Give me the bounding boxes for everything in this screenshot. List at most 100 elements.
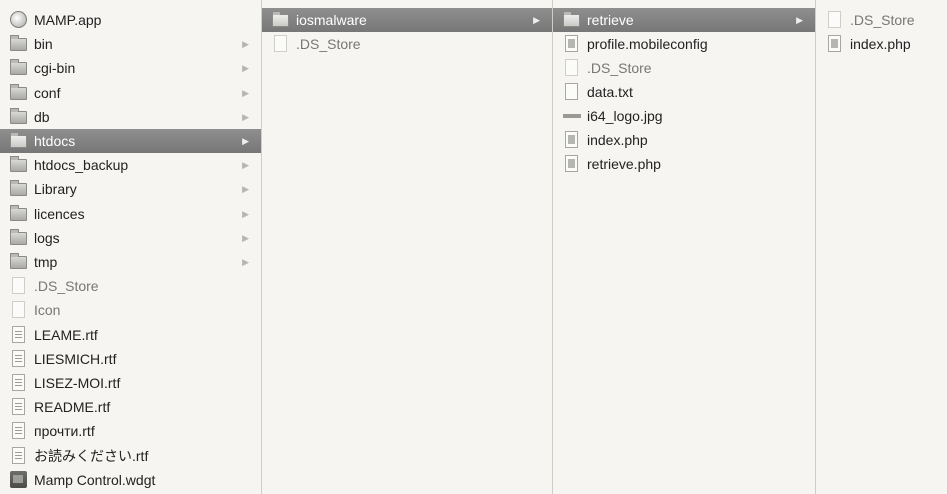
item-label: Library xyxy=(34,181,77,198)
item-label: .DS_Store xyxy=(587,60,652,76)
column-mamp[interactable]: MAMP.app bin ▶ cgi-bin ▶ conf ▶ db ▶ htdocs ▶ htdoc… xyxy=(0,0,262,494)
list-item-iosmalware[interactable]: iosmalware ▶ xyxy=(262,8,552,32)
item-label: retrieve xyxy=(587,12,634,28)
list-item-index-php[interactable]: index.php xyxy=(553,128,815,152)
chevron-right-icon: ▶ xyxy=(242,232,249,243)
chevron-right-icon: ▶ xyxy=(796,15,803,25)
folder-icon xyxy=(10,228,27,245)
list-item-rtf[interactable]: прочти.rtf xyxy=(0,419,261,443)
list-item-leame-rtf[interactable]: LEAME.rtf xyxy=(0,323,261,347)
list-item-library[interactable]: Library ▶ xyxy=(0,177,261,201)
item-label: i64_logo.jpg xyxy=(587,108,663,124)
list-item-ds-store[interactable]: .DS_Store xyxy=(262,32,552,56)
chevron-right-icon: ▶ xyxy=(242,136,249,146)
folder-icon xyxy=(10,83,27,100)
column-iosmalware[interactable]: retrieve ▶ profile.mobileconfig .DS_Storeda… xyxy=(553,0,816,494)
app-icon xyxy=(10,11,27,28)
chevron-right-icon: ▶ xyxy=(242,184,249,195)
column-browser: MAMP.app bin ▶ cgi-bin ▶ conf ▶ db ▶ htdocs ▶ htdoc… xyxy=(0,0,948,494)
rtf-document-icon xyxy=(12,422,25,440)
list-item-htdocs[interactable]: htdocs ▶ xyxy=(0,129,261,153)
item-label: tmp xyxy=(34,254,58,270)
list-item-licences[interactable]: licences ▶ xyxy=(0,202,261,226)
config-document-icon xyxy=(565,35,578,52)
text-document-icon xyxy=(565,83,578,100)
list-item-htdocs-backup[interactable]: htdocs_backup ▶ xyxy=(0,153,261,177)
item-label: retrieve.php xyxy=(587,156,661,172)
folder-icon xyxy=(10,59,27,76)
item-label: MAMP.app xyxy=(34,12,102,28)
folder-icon xyxy=(10,35,27,52)
file-icon xyxy=(12,301,25,319)
rtf-document-icon xyxy=(12,398,25,416)
item-label: htdocs_backup xyxy=(34,157,129,174)
chevron-right-icon: ▶ xyxy=(242,111,249,122)
chevron-right-icon: ▶ xyxy=(242,208,249,219)
php-document-icon xyxy=(565,155,578,172)
folder-icon xyxy=(10,204,27,221)
item-label: index.php xyxy=(587,132,648,148)
rtf-document-icon xyxy=(12,446,25,464)
item-label: data.txt xyxy=(587,84,633,100)
item-label: index.php xyxy=(850,35,911,52)
chevron-right-icon: ▶ xyxy=(242,257,249,267)
list-item-bin[interactable]: bin ▶ xyxy=(0,32,261,56)
chevron-right-icon: ▶ xyxy=(242,160,249,171)
list-item-lisez-moi-rtf[interactable]: LISEZ-MOI.rtf xyxy=(0,371,261,395)
list-item-retrieve-php[interactable]: retrieve.php xyxy=(553,152,815,176)
list-item-readme-rtf[interactable]: README.rtf xyxy=(0,395,261,419)
list-item-mamp-control-wdgt[interactable]: Mamp Control.wdgt xyxy=(0,468,261,492)
list-item-ds-store[interactable]: .DS_Store xyxy=(553,56,815,80)
list-item-index-php[interactable]: index.php xyxy=(816,32,947,56)
folder-icon xyxy=(563,11,580,27)
list-item-profile-mobileconfig[interactable]: profile.mobileconfig xyxy=(553,32,815,56)
item-label: db xyxy=(34,108,50,125)
item-label: LIESMICH.rtf xyxy=(34,350,117,367)
rtf-document-icon xyxy=(12,374,25,391)
list-item-conf[interactable]: conf ▶ xyxy=(0,81,261,105)
item-label: LEAME.rtf xyxy=(34,326,98,343)
list-item-ds-store[interactable]: .DS_Store xyxy=(0,274,261,298)
item-label: .DS_Store xyxy=(850,12,915,28)
chevron-right-icon: ▶ xyxy=(242,87,249,98)
file-icon xyxy=(565,59,578,76)
item-label: conf xyxy=(34,84,61,101)
list-item-db[interactable]: db ▶ xyxy=(0,105,261,129)
list-item-ds-store[interactable]: .DS_Store xyxy=(816,8,947,32)
file-icon xyxy=(274,35,287,52)
item-label: прочти.rtf xyxy=(34,423,95,440)
widget-icon xyxy=(10,470,27,488)
column-retrieve[interactable]: .DS_Store index.php xyxy=(816,0,948,494)
list-item-data-txt[interactable]: data.txt xyxy=(553,80,815,104)
file-icon xyxy=(828,11,841,28)
rtf-document-icon xyxy=(12,349,25,367)
item-label: logs xyxy=(34,229,60,246)
list-item-i64-logo-jpg[interactable]: i64_logo.jpg xyxy=(553,104,815,128)
item-label: .DS_Store xyxy=(34,278,99,295)
item-label: iosmalware xyxy=(296,12,367,28)
item-label: お読みください.rtf xyxy=(34,447,149,464)
item-label: htdocs xyxy=(34,133,76,149)
list-item-retrieve[interactable]: retrieve ▶ xyxy=(553,8,815,32)
item-label: bin xyxy=(34,36,53,53)
list-item-logs[interactable]: logs ▶ xyxy=(0,226,261,250)
column-htdocs[interactable]: iosmalware ▶ .DS_Store xyxy=(262,0,553,494)
list-item-liesmich-rtf[interactable]: LIESMICH.rtf xyxy=(0,347,261,371)
item-label: licences xyxy=(34,205,85,222)
php-document-icon xyxy=(828,34,841,52)
folder-icon xyxy=(10,253,27,269)
rtf-document-icon xyxy=(12,325,25,343)
list-item-mamp-app[interactable]: MAMP.app xyxy=(0,8,261,32)
list-item-cgi-bin[interactable]: cgi-bin ▶ xyxy=(0,56,261,80)
list-item-icon[interactable]: Icon xyxy=(0,298,261,322)
list-item-rtf[interactable]: お読みください.rtf xyxy=(0,444,261,468)
folder-icon xyxy=(10,180,27,197)
list-item-tmp[interactable]: tmp ▶ xyxy=(0,250,261,274)
file-icon xyxy=(12,277,25,295)
chevron-right-icon: ▶ xyxy=(533,15,540,25)
chevron-right-icon: ▶ xyxy=(242,63,249,74)
item-label: Mamp Control.wdgt xyxy=(34,471,156,488)
folder-icon xyxy=(10,156,27,173)
item-label: profile.mobileconfig xyxy=(587,36,708,52)
item-label: .DS_Store xyxy=(296,36,361,52)
